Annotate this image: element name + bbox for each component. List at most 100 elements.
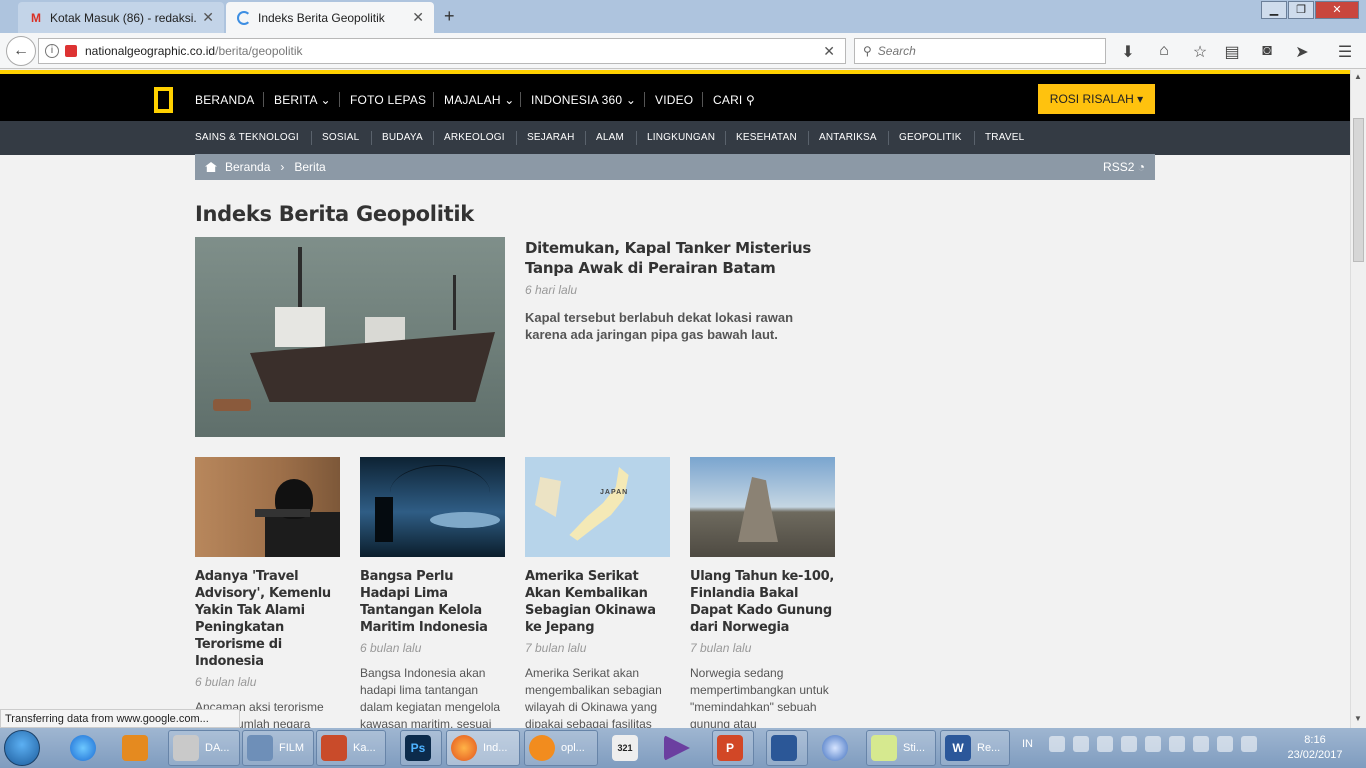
nav-foto-lepas[interactable]: FOTO LEPAS	[350, 93, 426, 107]
featured-article-title[interactable]: Ditemukan, Kapal Tanker Misterius Tanpa …	[525, 238, 830, 278]
taskbar-ie[interactable]	[66, 730, 102, 766]
usb-icon[interactable]	[1193, 736, 1209, 752]
globe-icon	[822, 735, 848, 761]
window-controls: ▁ ❐ ✕	[1260, 1, 1359, 19]
scroll-down-icon[interactable]: ▼	[1354, 714, 1362, 723]
article-time: 7 bulan lalu	[525, 641, 587, 655]
nav-video[interactable]: VIDEO	[655, 93, 693, 107]
nav-majalah[interactable]: MAJALAH ⌄	[444, 93, 515, 107]
scroll-up-icon[interactable]: ▲	[1354, 72, 1362, 81]
taskbar-calendar[interactable]: 321	[608, 730, 644, 766]
tray-app-icon[interactable]	[1097, 736, 1113, 752]
system-tray: IN	[1022, 736, 1257, 752]
article-title[interactable]: Bangsa Perlu Hadapi Lima Tantangan Kelol…	[360, 568, 505, 636]
taskbar-word[interactable]: W Re...	[940, 730, 1010, 766]
taskbar-sticky-notes[interactable]: Sti...	[866, 730, 936, 766]
reading-list-icon[interactable]: ▤	[1221, 42, 1243, 62]
nav-indonesia-360[interactable]: INDONESIA 360 ⌄	[531, 93, 636, 107]
taskbar-visual-studio[interactable]	[660, 730, 696, 766]
language-indicator[interactable]: IN	[1022, 738, 1033, 750]
search-input[interactable]	[877, 44, 1078, 58]
nav-cari[interactable]: CARI ⚲	[713, 93, 755, 107]
taskbar-film[interactable]: FILM	[242, 730, 314, 766]
article-title[interactable]: Ulang Tahun ke-100, Finlandia Bakal Dapa…	[690, 568, 835, 636]
category-alam[interactable]: ALAM	[596, 132, 624, 143]
download-icon[interactable]: ⬇	[1117, 42, 1139, 62]
article-thumbnail[interactable]	[690, 457, 835, 557]
article-thumbnail[interactable]	[360, 457, 505, 557]
bookmark-star-icon[interactable]: ☆	[1189, 42, 1211, 62]
home-icon[interactable]	[205, 162, 217, 172]
taskbar-media-player[interactable]	[118, 730, 154, 766]
sync-icon[interactable]	[1217, 736, 1233, 752]
taskbar-blue-book[interactable]	[766, 730, 808, 766]
rss-link[interactable]: RSS2 ◔	[1103, 160, 1145, 174]
article-thumbnail[interactable]	[195, 457, 340, 557]
page-scrollbar[interactable]: ▲ ▼	[1350, 70, 1366, 728]
category-sains-teknologi[interactable]: SAINS & TEKNOLOGI	[195, 132, 299, 143]
tab-title: Indeks Berita Geopolitik	[258, 10, 385, 25]
back-button[interactable]: ←	[6, 36, 36, 66]
minimize-icon[interactable]: ▁	[1261, 1, 1287, 19]
new-tab-button[interactable]: +	[444, 6, 455, 27]
taskbar: DA... FILM Ka... Ps Ind... opl... 321 P …	[0, 728, 1366, 768]
category-travel[interactable]: TRAVEL	[985, 132, 1024, 143]
breadcrumb: Beranda › Berita RSS2 ◔	[195, 154, 1155, 180]
user-menu-button[interactable]: ROSI RISALAH ▾	[1038, 84, 1155, 114]
close-icon[interactable]: ✕	[412, 9, 424, 26]
category-sejarah[interactable]: SEJARAH	[527, 132, 575, 143]
category-lingkungan[interactable]: LINGKUNGAN	[647, 132, 715, 143]
category-arkeologi[interactable]: ARKEOLOGI	[444, 132, 505, 143]
taskbar-powerpoint[interactable]: P	[712, 730, 754, 766]
info-icon[interactable]: i	[45, 44, 59, 58]
search-box[interactable]: ⚲	[854, 38, 1106, 64]
search-icon: ⚲	[863, 44, 872, 58]
category-kesehatan[interactable]: KESEHATAN	[736, 132, 797, 143]
close-icon[interactable]: ✕	[202, 9, 214, 26]
battery-icon[interactable]	[1241, 736, 1257, 752]
blocked-content-icon[interactable]	[65, 45, 77, 57]
featured-image[interactable]	[195, 237, 505, 437]
taskbar-uc-browser[interactable]: opl...	[524, 730, 598, 766]
menu-icon[interactable]: ☰	[1334, 42, 1356, 62]
taskbar-globe[interactable]	[818, 730, 854, 766]
url-host: nationalgeographic.co.id	[85, 44, 216, 58]
window-close-icon[interactable]: ✕	[1315, 1, 1359, 19]
home-icon[interactable]: ⌂	[1153, 42, 1175, 60]
loading-icon	[236, 10, 252, 26]
category-geopolitik[interactable]: GEOPOLITIK	[899, 132, 962, 143]
maximize-icon[interactable]: ❐	[1288, 1, 1314, 19]
volume-icon[interactable]	[1169, 736, 1185, 752]
url-bar[interactable]: i nationalgeographic.co.id/berita/geopol…	[38, 38, 846, 64]
pocket-icon[interactable]: ◙	[1256, 42, 1278, 60]
taskbar-photoshop[interactable]: Ps	[400, 730, 442, 766]
start-button[interactable]	[4, 730, 40, 766]
tab-indeks-berita[interactable]: Indeks Berita Geopolitik ✕	[226, 2, 434, 33]
taskbar-drive[interactable]: DA...	[168, 730, 240, 766]
article-title[interactable]: Amerika Serikat Akan Kembalikan Sebagian…	[525, 568, 670, 636]
nav-beranda[interactable]: BERANDA	[195, 93, 254, 107]
breadcrumb-berita[interactable]: Berita	[294, 160, 325, 174]
category-budaya[interactable]: BUDAYA	[382, 132, 423, 143]
visual-studio-icon	[664, 735, 690, 761]
browser-nav-bar: ← i nationalgeographic.co.id/berita/geop…	[0, 33, 1366, 69]
nav-berita[interactable]: BERITA ⌄	[274, 93, 331, 107]
send-icon[interactable]: ➤	[1291, 42, 1313, 62]
taskbar-book[interactable]: Ka...	[316, 730, 386, 766]
scrollbar-thumb[interactable]	[1353, 118, 1364, 262]
natgeo-logo-icon[interactable]	[154, 87, 173, 113]
stop-loading-icon[interactable]: ✕	[823, 43, 835, 60]
article-title[interactable]: Adanya 'Travel Advisory', Kemenlu Yakin …	[195, 568, 340, 670]
tray-app-icon[interactable]	[1121, 736, 1137, 752]
clock[interactable]: 8:16 23/02/2017	[1280, 733, 1350, 763]
acrobat-icon[interactable]	[1049, 736, 1065, 752]
browser-tab-bar: M Kotak Masuk (86) - redaksi.... ✕ Indek…	[0, 0, 1366, 33]
tab-gmail[interactable]: M Kotak Masuk (86) - redaksi.... ✕	[18, 2, 224, 33]
category-antariksa[interactable]: ANTARIKSA	[819, 132, 877, 143]
breadcrumb-beranda[interactable]: Beranda	[225, 160, 270, 174]
article-thumbnail[interactable]: JAPAN	[525, 457, 670, 557]
category-sosial[interactable]: SOSIAL	[322, 132, 359, 143]
signal-icon[interactable]	[1145, 736, 1161, 752]
taskbar-firefox[interactable]: Ind...	[446, 730, 520, 766]
tray-app-icon[interactable]	[1073, 736, 1089, 752]
